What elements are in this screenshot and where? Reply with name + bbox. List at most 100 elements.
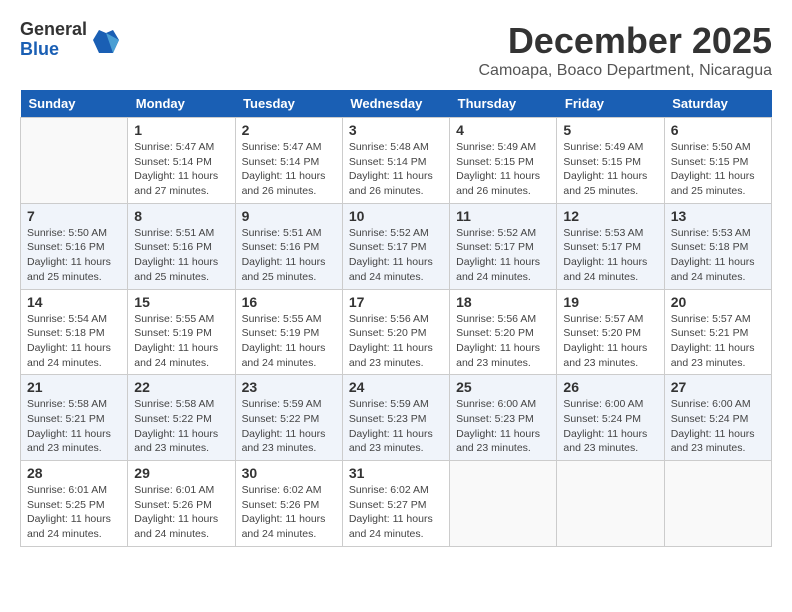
calendar-day-cell: 13Sunrise: 5:53 AM Sunset: 5:18 PM Dayli… [664, 203, 771, 289]
calendar-day-cell: 30 Sunrise: 6:02 AM Sunset: 5:26 PM Dayli… [235, 461, 342, 547]
location-text: Camoapa, Boaco Department, Nicaragua [479, 62, 773, 80]
calendar-day-cell: 7Sunrise: 5:50 AM Sunset: 5:16 PM Daylig… [21, 203, 128, 289]
day-info: Sunrise: 6:02 AM Sunset: 5:27 PM Dayligh… [349, 483, 443, 542]
calendar-day-cell: 26 Sunrise: 6:00 AM Sunset: 5:24 PM Dayli… [557, 375, 664, 461]
logo-general-text: General [20, 20, 87, 40]
day-number: 8 [134, 208, 228, 224]
day-number: 25 [456, 379, 550, 395]
calendar-day-cell: 8 Sunrise: 5:51 AM Sunset: 5:16 PM Daylig… [128, 203, 235, 289]
day-info: Sunrise: 5:47 AM Sunset: 5:14 PM Dayligh… [242, 140, 336, 199]
calendar-day-cell: 4 Sunrise: 5:49 AM Sunset: 5:15 PM Daylig… [450, 118, 557, 204]
month-title: December 2025 [479, 20, 773, 62]
logo-icon [91, 25, 121, 55]
calendar-day-cell: 19 Sunrise: 5:57 AM Sunset: 5:20 PM Dayli… [557, 289, 664, 375]
day-info: Sunrise: 5:52 AM Sunset: 5:17 PM Dayligh… [349, 226, 443, 285]
day-number: 15 [134, 294, 228, 310]
day-number: 30 [242, 465, 336, 481]
logo-blue-text: Blue [20, 40, 87, 60]
weekday-header: Saturday [664, 90, 771, 118]
day-number: 12 [563, 208, 657, 224]
calendar-day-cell: 18Sunrise: 5:56 AM Sunset: 5:20 PM Dayli… [450, 289, 557, 375]
day-number: 13 [671, 208, 765, 224]
day-number: 24 [349, 379, 443, 395]
day-info: Sunrise: 5:52 AM Sunset: 5:17 PM Dayligh… [456, 226, 550, 285]
day-number: 21 [27, 379, 121, 395]
day-number: 31 [349, 465, 443, 481]
logo: General Blue [20, 20, 121, 60]
day-number: 11 [456, 208, 550, 224]
calendar-day-cell [557, 461, 664, 547]
day-number: 23 [242, 379, 336, 395]
day-number: 20 [671, 294, 765, 310]
calendar-day-cell: 27Sunrise: 6:00 AM Sunset: 5:24 PM Dayli… [664, 375, 771, 461]
calendar-day-cell: 28 Sunrise: 6:01 AM Sunset: 5:25 PM Dayli… [21, 461, 128, 547]
calendar-day-cell: 21Sunrise: 5:58 AM Sunset: 5:21 PM Dayli… [21, 375, 128, 461]
calendar-day-cell: 17 Sunrise: 5:56 AM Sunset: 5:20 PM Dayli… [342, 289, 449, 375]
calendar-day-cell: 1 Sunrise: 5:47 AM Sunset: 5:14 PM Daylig… [128, 118, 235, 204]
calendar-table: SundayMondayTuesdayWednesdayThursdayFrid… [20, 90, 772, 547]
day-number: 5 [563, 122, 657, 138]
calendar-day-cell: 24 Sunrise: 5:59 AM Sunset: 5:23 PM Dayli… [342, 375, 449, 461]
weekday-header: Tuesday [235, 90, 342, 118]
day-number: 22 [134, 379, 228, 395]
day-number: 18 [456, 294, 550, 310]
calendar-day-cell: 14Sunrise: 5:54 AM Sunset: 5:18 PM Dayli… [21, 289, 128, 375]
calendar-header-row: SundayMondayTuesdayWednesdayThursdayFrid… [21, 90, 772, 118]
day-info: Sunrise: 5:53 AM Sunset: 5:17 PM Dayligh… [563, 226, 657, 285]
day-info: Sunrise: 5:49 AM Sunset: 5:15 PM Dayligh… [456, 140, 550, 199]
calendar-day-cell: 29Sunrise: 6:01 AM Sunset: 5:26 PM Dayli… [128, 461, 235, 547]
day-info: Sunrise: 5:50 AM Sunset: 5:15 PM Dayligh… [671, 140, 765, 199]
weekday-header: Sunday [21, 90, 128, 118]
day-info: Sunrise: 5:58 AM Sunset: 5:22 PM Dayligh… [134, 397, 228, 456]
day-number: 9 [242, 208, 336, 224]
calendar-week-row: 14Sunrise: 5:54 AM Sunset: 5:18 PM Dayli… [21, 289, 772, 375]
calendar-day-cell: 31 Sunrise: 6:02 AM Sunset: 5:27 PM Dayli… [342, 461, 449, 547]
day-info: Sunrise: 5:51 AM Sunset: 5:16 PM Dayligh… [242, 226, 336, 285]
weekday-header: Thursday [450, 90, 557, 118]
calendar-day-cell: 3Sunrise: 5:48 AM Sunset: 5:14 PM Daylig… [342, 118, 449, 204]
day-info: Sunrise: 5:55 AM Sunset: 5:19 PM Dayligh… [134, 312, 228, 371]
calendar-week-row: 21Sunrise: 5:58 AM Sunset: 5:21 PM Dayli… [21, 375, 772, 461]
day-info: Sunrise: 6:00 AM Sunset: 5:24 PM Dayligh… [671, 397, 765, 456]
calendar-day-cell: 9 Sunrise: 5:51 AM Sunset: 5:16 PM Daylig… [235, 203, 342, 289]
day-number: 26 [563, 379, 657, 395]
calendar-day-cell: 5Sunrise: 5:49 AM Sunset: 5:15 PM Daylig… [557, 118, 664, 204]
calendar-day-cell: 25Sunrise: 6:00 AM Sunset: 5:23 PM Dayli… [450, 375, 557, 461]
day-info: Sunrise: 5:59 AM Sunset: 5:22 PM Dayligh… [242, 397, 336, 456]
calendar-day-cell: 22 Sunrise: 5:58 AM Sunset: 5:22 PM Dayli… [128, 375, 235, 461]
calendar-week-row: 7Sunrise: 5:50 AM Sunset: 5:16 PM Daylig… [21, 203, 772, 289]
weekday-header: Monday [128, 90, 235, 118]
day-info: Sunrise: 5:57 AM Sunset: 5:21 PM Dayligh… [671, 312, 765, 371]
day-info: Sunrise: 6:00 AM Sunset: 5:24 PM Dayligh… [563, 397, 657, 456]
day-number: 2 [242, 122, 336, 138]
calendar-day-cell [21, 118, 128, 204]
day-number: 10 [349, 208, 443, 224]
day-number: 16 [242, 294, 336, 310]
day-number: 17 [349, 294, 443, 310]
day-info: Sunrise: 6:01 AM Sunset: 5:25 PM Dayligh… [27, 483, 121, 542]
calendar-day-cell: 11 Sunrise: 5:52 AM Sunset: 5:17 PM Dayli… [450, 203, 557, 289]
calendar-day-cell: 20 Sunrise: 5:57 AM Sunset: 5:21 PM Dayli… [664, 289, 771, 375]
day-info: Sunrise: 6:02 AM Sunset: 5:26 PM Dayligh… [242, 483, 336, 542]
day-info: Sunrise: 5:51 AM Sunset: 5:16 PM Dayligh… [134, 226, 228, 285]
day-info: Sunrise: 5:56 AM Sunset: 5:20 PM Dayligh… [349, 312, 443, 371]
calendar-day-cell: 23 Sunrise: 5:59 AM Sunset: 5:22 PM Dayli… [235, 375, 342, 461]
day-info: Sunrise: 5:57 AM Sunset: 5:20 PM Dayligh… [563, 312, 657, 371]
day-info: Sunrise: 6:01 AM Sunset: 5:26 PM Dayligh… [134, 483, 228, 542]
weekday-header: Wednesday [342, 90, 449, 118]
day-number: 19 [563, 294, 657, 310]
calendar-day-cell: 12 Sunrise: 5:53 AM Sunset: 5:17 PM Dayli… [557, 203, 664, 289]
calendar-day-cell: 10 Sunrise: 5:52 AM Sunset: 5:17 PM Dayli… [342, 203, 449, 289]
title-section: December 2025 Camoapa, Boaco Department,… [479, 20, 773, 80]
day-info: Sunrise: 5:59 AM Sunset: 5:23 PM Dayligh… [349, 397, 443, 456]
day-info: Sunrise: 5:55 AM Sunset: 5:19 PM Dayligh… [242, 312, 336, 371]
day-number: 28 [27, 465, 121, 481]
day-number: 4 [456, 122, 550, 138]
day-info: Sunrise: 5:54 AM Sunset: 5:18 PM Dayligh… [27, 312, 121, 371]
day-info: Sunrise: 5:48 AM Sunset: 5:14 PM Dayligh… [349, 140, 443, 199]
calendar-day-cell: 6 Sunrise: 5:50 AM Sunset: 5:15 PM Daylig… [664, 118, 771, 204]
day-info: Sunrise: 5:47 AM Sunset: 5:14 PM Dayligh… [134, 140, 228, 199]
day-number: 1 [134, 122, 228, 138]
day-number: 6 [671, 122, 765, 138]
calendar-week-row: 28 Sunrise: 6:01 AM Sunset: 5:25 PM Dayli… [21, 461, 772, 547]
